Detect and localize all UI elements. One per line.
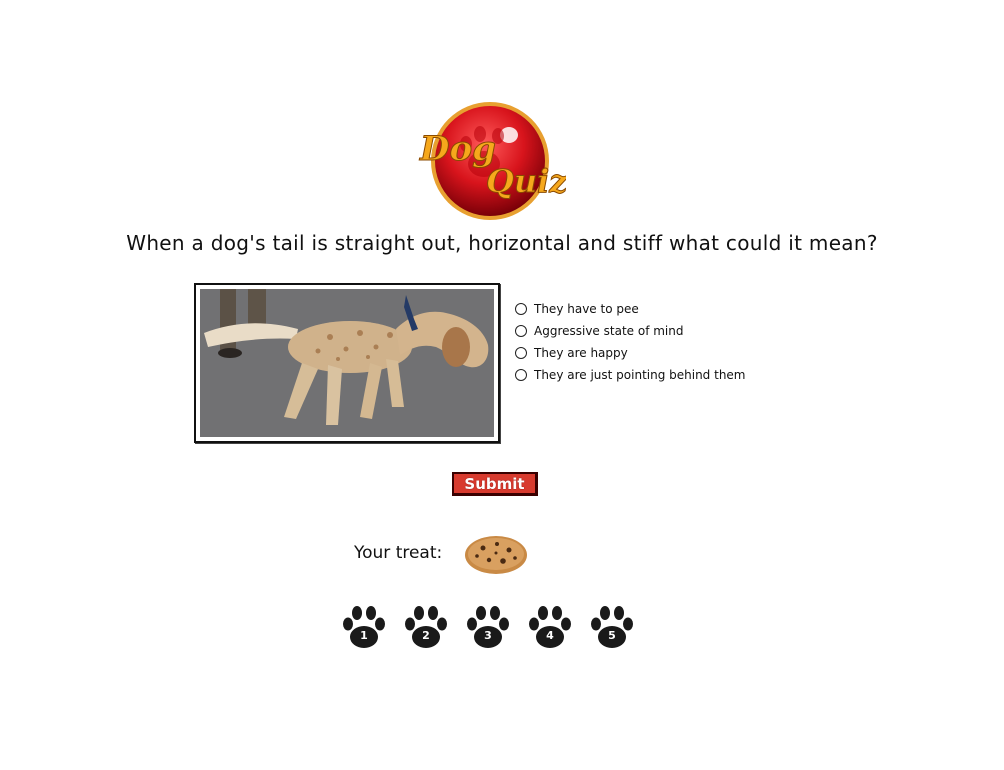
paw-number: 2 [422,629,430,642]
radio-button[interactable] [515,303,527,315]
answer-label: They have to pee [534,302,639,316]
paw-icon [529,606,571,648]
paw-step: 2 [402,604,450,652]
answer-label: Aggressive state of mind [534,324,684,338]
dog-quiz-logo: Dog Quiz [414,100,569,222]
svg-text:Dog: Dog [419,129,496,169]
paw-icon [405,606,447,648]
paw-step: 4 [526,604,574,652]
paw-number: 5 [608,629,616,642]
answer-option[interactable]: They are happy [515,342,746,364]
question-text: When a dog's tail is straight out, horiz… [126,231,878,255]
paw-icon [343,606,385,648]
svg-text:Quiz: Quiz [486,162,566,200]
radio-button[interactable] [515,325,527,337]
question-photo [194,283,500,443]
radio-button[interactable] [515,369,527,381]
paw-progress: 1 2 3 4 5 [340,604,650,652]
paw-number: 3 [484,629,492,642]
answer-label: They are happy [534,346,628,360]
paw-step: 3 [464,604,512,652]
answer-option[interactable]: They have to pee [515,298,746,320]
radio-button[interactable] [515,347,527,359]
dog-photo-image [200,289,494,437]
cookie-icon [463,534,529,580]
answer-list: They have to pee Aggressive state of min… [515,298,746,386]
treat-label: Your treat: [354,543,443,563]
paw-number: 1 [360,629,368,642]
paw-step: 5 [588,604,636,652]
answer-option[interactable]: Aggressive state of mind [515,320,746,342]
paw-icon [467,606,509,648]
paw-step: 1 [340,604,388,652]
paw-number: 4 [546,629,554,642]
answer-label: They are just pointing behind them [534,368,746,382]
paw-icon [591,606,633,648]
submit-button[interactable]: Submit [452,472,538,496]
answer-option[interactable]: They are just pointing behind them [515,364,746,386]
logo-ball-icon: Dog Quiz [419,102,569,220]
